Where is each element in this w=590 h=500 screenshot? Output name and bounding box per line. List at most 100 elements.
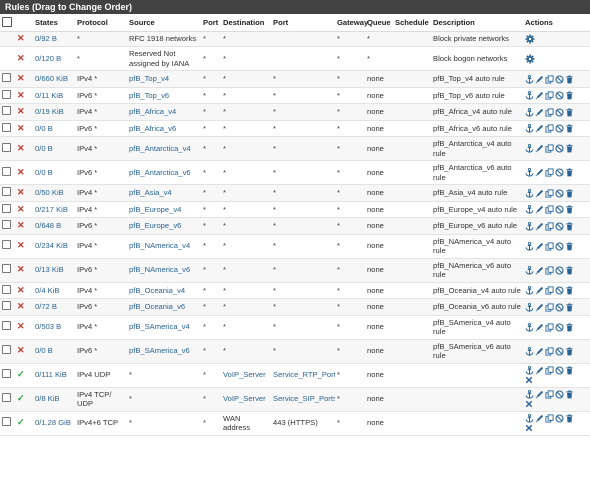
disable-icon[interactable] <box>555 265 565 275</box>
trash-icon[interactable] <box>565 302 575 311</box>
pencil-icon[interactable] <box>535 241 545 251</box>
copy-icon[interactable] <box>545 91 555 100</box>
copy-icon[interactable] <box>545 221 555 231</box>
row-checkbox-cell[interactable] <box>0 387 15 412</box>
status-cell[interactable]: ✕ <box>15 234 33 259</box>
states-cell-text[interactable]: 0/0 B <box>35 346 53 355</box>
states-cell-text[interactable]: 0/503 B <box>35 322 61 331</box>
dest-port-cell-text[interactable]: Service_RTP_Ports <box>273 370 335 379</box>
block-x-icon[interactable]: ✕ <box>17 321 25 332</box>
disable-icon[interactable] <box>555 302 565 312</box>
source-cell-text[interactable]: pfB_Asia_v4 <box>129 188 172 197</box>
states-cell-text[interactable]: 0/0 B <box>35 144 53 153</box>
trash-icon[interactable] <box>565 414 575 423</box>
row-checkbox[interactable] <box>2 106 11 115</box>
block-x-icon[interactable]: ✕ <box>17 106 25 116</box>
row-checkbox-cell[interactable] <box>0 258 15 283</box>
table-row[interactable]: ✕ 0/72 B IPv6 * pfB_Oceania_v6 * * * * none pfB_O… <box>0 298 590 316</box>
pencil-icon[interactable] <box>535 144 545 153</box>
states-cell-text[interactable]: 0/13 KiB <box>35 265 64 274</box>
table-row[interactable]: ✓ 0/8 KiB IPv4 TCP/ UDP * * VoIP_Server Servic… <box>0 387 590 412</box>
source-cell[interactable]: pfB_Africa_v6 <box>127 120 201 137</box>
dest-port-cell[interactable]: Service_RTP_Ports <box>271 363 335 388</box>
row-checkbox-cell[interactable] <box>0 31 15 47</box>
source-cell-text[interactable]: pfB_Europe_v6 <box>129 221 181 230</box>
status-cell[interactable]: ✕ <box>15 298 33 316</box>
row-checkbox-cell[interactable] <box>0 103 15 121</box>
trash-icon[interactable] <box>565 188 575 197</box>
disable-icon[interactable] <box>555 414 565 423</box>
source-cell[interactable]: pfB_SAmerica_v4 <box>127 315 201 340</box>
col-queue[interactable]: Queue <box>365 14 393 32</box>
anchor-icon[interactable] <box>525 91 535 100</box>
table-row[interactable]: ✕ 0/0 B IPv6 * pfB_Antarctica_v6 * * * * none pfB… <box>0 160 590 185</box>
source-cell-text[interactable]: pfB_Africa_v4 <box>129 107 176 116</box>
pencil-icon[interactable] <box>535 91 545 100</box>
states-cell-text[interactable]: 0/234 KiB <box>35 241 68 250</box>
source-cell-text[interactable]: pfB_NAmerica_v6 <box>129 265 190 274</box>
table-row[interactable]: ✕ 0/120 B * Reserved Not assigned by IANA * *… <box>0 46 590 71</box>
row-checkbox[interactable] <box>2 73 11 82</box>
status-cell[interactable]: ✕ <box>15 87 33 104</box>
trash-icon[interactable] <box>565 366 575 375</box>
copy-icon[interactable] <box>545 168 555 177</box>
states-cell[interactable]: 0/1.28 GiB <box>33 411 75 436</box>
states-cell-text[interactable]: 0/0 B <box>35 124 53 133</box>
copy-icon[interactable] <box>545 107 555 117</box>
status-cell[interactable]: ✕ <box>15 184 33 202</box>
anchor-icon[interactable] <box>525 188 535 198</box>
select-all-checkbox[interactable] <box>2 16 12 27</box>
block-x-icon[interactable]: ✕ <box>17 73 25 83</box>
pencil-icon[interactable] <box>535 414 545 423</box>
table-row[interactable]: ✕ 0/19 KiB IPv4 * pfB_Africa_v4 * * * * none pfB_… <box>0 103 590 121</box>
row-checkbox[interactable] <box>2 264 11 274</box>
row-checkbox[interactable] <box>2 417 11 427</box>
disable-icon[interactable] <box>555 144 565 153</box>
anchor-icon[interactable] <box>525 168 535 177</box>
nat-x-icon[interactable] <box>525 399 534 408</box>
anchor-icon[interactable] <box>525 414 535 423</box>
status-cell[interactable]: ✕ <box>15 70 33 88</box>
states-cell[interactable]: 0/0 B <box>33 120 75 137</box>
source-cell[interactable]: pfB_Oceania_v4 <box>127 282 201 299</box>
status-cell[interactable]: ✕ <box>15 120 33 137</box>
trash-icon[interactable] <box>565 390 575 399</box>
col-description[interactable]: Description <box>431 14 523 32</box>
table-row[interactable]: ✕ 0/0 B IPv6 * pfB_SAmerica_v6 * * * * none pfB_S… <box>0 339 590 364</box>
block-x-icon[interactable]: ✕ <box>17 301 25 311</box>
source-cell-text[interactable]: pfB_NAmerica_v4 <box>129 241 190 250</box>
states-cell-text[interactable]: 0/4 KiB <box>35 286 59 295</box>
trash-icon[interactable] <box>565 221 575 230</box>
pencil-icon[interactable] <box>535 74 545 83</box>
source-cell-text[interactable]: pfB_SAmerica_v6 <box>129 346 190 355</box>
states-cell[interactable]: 0/8 KiB <box>33 387 75 412</box>
row-checkbox-cell[interactable] <box>0 363 15 388</box>
source-cell-text[interactable]: pfB_Oceania_v4 <box>129 286 185 295</box>
copy-icon[interactable] <box>545 302 555 312</box>
source-cell[interactable]: pfB_SAmerica_v6 <box>127 339 201 364</box>
states-cell[interactable]: 0/4 KiB <box>33 282 75 299</box>
table-row[interactable]: ✕ 0/13 KiB IPv6 * pfB_NAmerica_v6 * * * * none pf… <box>0 258 590 283</box>
pencil-icon[interactable] <box>535 205 545 214</box>
states-cell[interactable]: 0/19 KiB <box>33 103 75 121</box>
table-row[interactable]: ✕ 0/50 KiB IPv4 * pfB_Asia_v4 * * * * none pfB_As… <box>0 184 590 202</box>
block-x-icon[interactable]: ✕ <box>17 204 25 214</box>
block-x-icon[interactable]: ✕ <box>17 90 25 100</box>
col-states[interactable]: States <box>33 14 75 32</box>
destination-cell-text[interactable]: VoIP_Server <box>223 370 266 379</box>
status-cell[interactable]: ✕ <box>15 31 33 47</box>
row-checkbox[interactable] <box>2 284 11 294</box>
disable-icon[interactable] <box>555 390 565 399</box>
anchor-icon[interactable] <box>525 74 535 84</box>
block-x-icon[interactable]: ✕ <box>17 123 25 133</box>
pass-check-icon[interactable]: ✓ <box>17 369 25 380</box>
anchor-icon[interactable] <box>525 346 535 356</box>
states-cell[interactable]: 0/660 KiB <box>33 70 75 88</box>
source-cell[interactable]: pfB_Top_v4 <box>127 70 201 88</box>
states-cell-text[interactable]: 0/11 KiB <box>35 91 63 100</box>
states-cell[interactable]: 0/0 B <box>33 160 75 185</box>
pencil-icon[interactable] <box>535 390 545 399</box>
copy-icon[interactable] <box>545 366 555 375</box>
table-row[interactable]: ✓ 0/1.28 GiB IPv4+6 TCP * * WAN address 443 (H… <box>0 411 590 436</box>
anchor-icon[interactable] <box>525 322 535 332</box>
